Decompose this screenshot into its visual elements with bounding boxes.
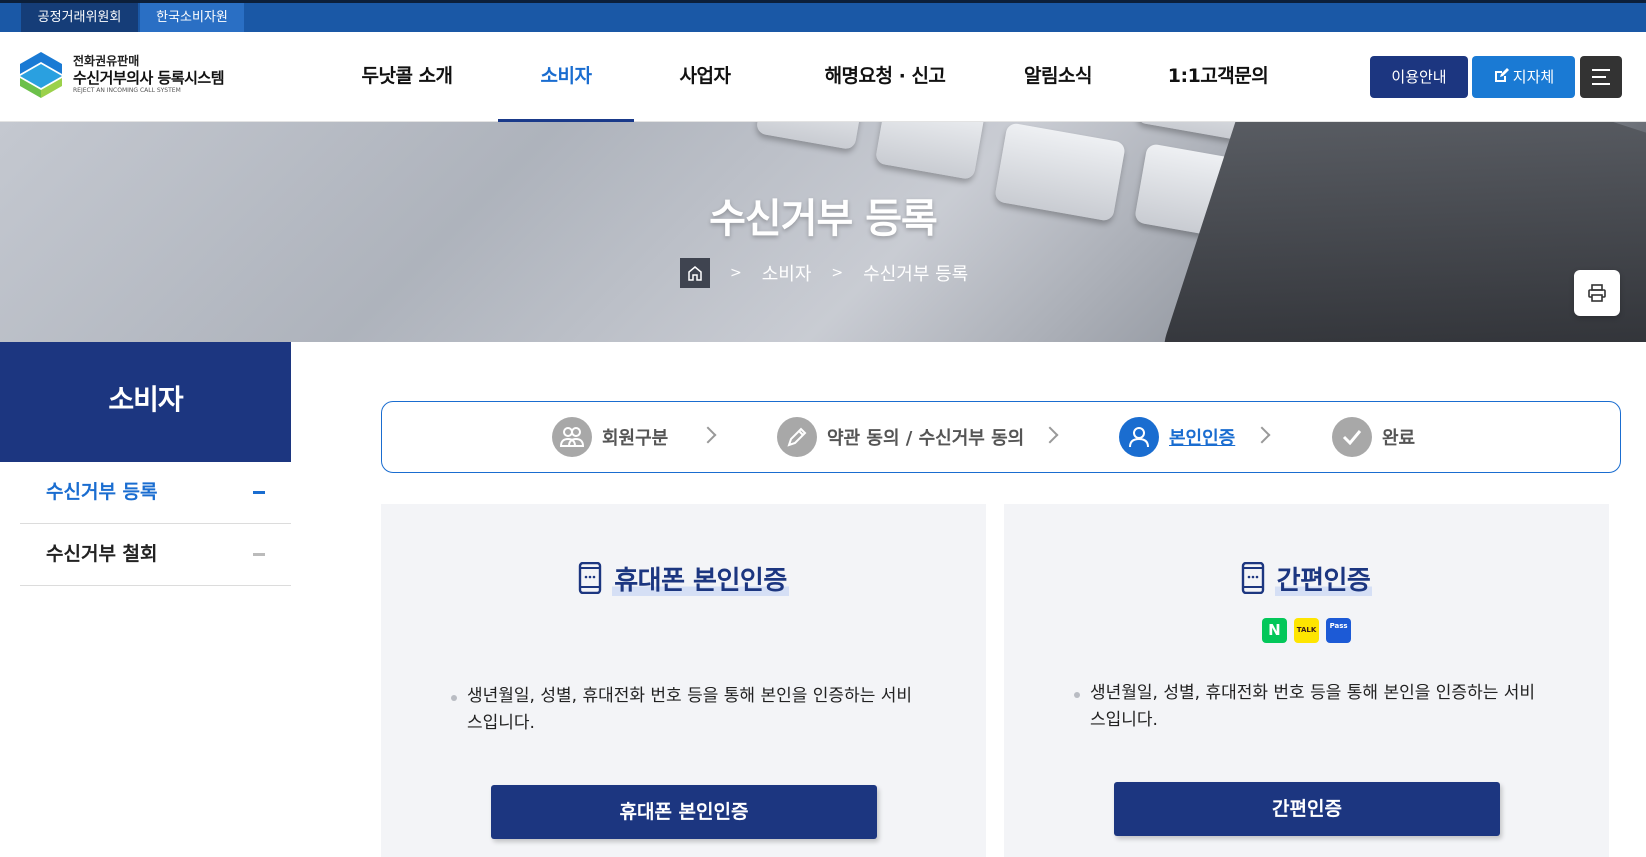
local-gov-label: 지자체 [1512, 68, 1555, 86]
sidebar-item-withdraw[interactable]: 수신거부 철회 [20, 524, 291, 586]
breadcrumb: > 소비자 > 수신거부 등록 [680, 258, 968, 288]
nav-business[interactable]: 사업자 [665, 32, 745, 122]
step-terms-agree: 약관 동의 / 수신거부 동의 [777, 417, 1024, 457]
card-title: 휴대폰 본인인증 [381, 560, 986, 597]
step-member-type: 회원구분 [552, 417, 668, 457]
chevron-right-icon [699, 426, 717, 444]
card-description: 생년월일, 성별, 휴대전화 번호 등을 통해 본인을 인증하는 서비스입니다. [451, 683, 921, 737]
site-logo[interactable]: 전화권유판매 수신거부의사 등록시스템 REJECT AN INCOMING C… [20, 50, 260, 100]
site-header: 전화권유판매 수신거부의사 등록시스템 REJECT AN INCOMING C… [0, 32, 1646, 122]
step-indicator: 회원구분 약관 동의 / 수신거부 동의 본인인증 완료 [381, 401, 1621, 473]
keyboard-key-image [874, 122, 986, 181]
chevron-right-icon [1041, 426, 1059, 444]
logo-title: 수신거부의사 등록시스템 [73, 69, 225, 87]
sidebar-item-label: 수신거부 철회 [46, 543, 158, 565]
naver-icon: N [1261, 618, 1287, 643]
mobile-phone-icon [1241, 562, 1264, 594]
sidebar-item-label: 수신거부 등록 [46, 481, 158, 503]
card-title-text: 휴대폰 본인인증 [612, 566, 789, 596]
card-title: 간편인증 [1004, 560, 1609, 597]
nav-donotcall-intro[interactable]: 두낫콜 소개 [352, 32, 462, 122]
guide-button[interactable]: 이용안내 [1370, 56, 1468, 98]
step-label: 약관 동의 / 수신거부 동의 [827, 428, 1025, 449]
pencil-icon [777, 417, 817, 457]
minus-icon [253, 553, 265, 556]
phone-verify-card: 휴대폰 본인인증 생년월일, 성별, 휴대전화 번호 등을 통해 본인을 인증하… [381, 504, 986, 857]
printer-icon [1588, 284, 1606, 302]
phone-verify-button[interactable]: 휴대폰 본인인증 [491, 785, 877, 839]
mobile-phone-icon [579, 562, 602, 594]
card-description: 생년월일, 성별, 휴대전화 번호 등을 통해 본인을 인증하는 서비스입니다. [1074, 680, 1544, 734]
auth-provider-badges: N TALK Pass [1004, 618, 1609, 643]
minus-icon [253, 491, 265, 494]
hero-banner: 수신거부 등록 > 소비자 > 수신거부 등록 [0, 122, 1646, 342]
step-label: 회원구분 [602, 428, 669, 449]
simple-verify-card: 간편인증 N TALK Pass 생년월일, 성별, 휴대전화 번호 등을 통해… [1004, 504, 1609, 857]
kakao-talk-icon: TALK [1294, 618, 1319, 643]
sidebar-item-register[interactable]: 수신거부 등록 [20, 462, 291, 524]
card-title-text: 간편인증 [1274, 566, 1373, 596]
hamburger-icon [1592, 69, 1610, 85]
print-button[interactable] [1574, 270, 1620, 316]
nav-consumer[interactable]: 소비자 [498, 32, 634, 122]
chevron-right-icon: > [730, 265, 742, 281]
top-utility-bar: 공정거래위원회 한국소비자원 [0, 0, 1646, 32]
edit-icon [1494, 68, 1509, 82]
logo-icon [20, 52, 62, 98]
ftc-link[interactable]: 공정거래위원회 [21, 3, 138, 32]
sidebar-title: 소비자 [0, 342, 291, 462]
kca-link[interactable]: 한국소비자원 [140, 3, 244, 32]
user-icon [1119, 417, 1159, 457]
keyboard-key-image [755, 122, 865, 151]
nav-inquiry[interactable]: 1:1고객문의 [1150, 32, 1286, 122]
check-icon [1332, 417, 1372, 457]
chevron-right-icon [1253, 426, 1271, 444]
local-gov-button[interactable]: 지자체 [1472, 56, 1575, 98]
step-complete: 완료 [1332, 417, 1415, 457]
home-icon[interactable] [680, 258, 710, 288]
users-icon [552, 417, 592, 457]
pass-icon: Pass [1326, 618, 1352, 643]
nav-news[interactable]: 알림소식 [1010, 32, 1106, 122]
page-title: 수신거부 등록 [709, 196, 938, 242]
breadcrumb-current[interactable]: 수신거부 등록 [863, 260, 968, 286]
breadcrumb-consumer[interactable]: 소비자 [762, 260, 812, 286]
logo-english: REJECT AN INCOMING CALL SYSTEM [73, 87, 181, 94]
chevron-right-icon: > [831, 265, 844, 281]
simple-verify-button[interactable]: 간편인증 [1114, 782, 1500, 836]
nav-explain-report[interactable]: 해명요청 · 신고 [810, 32, 960, 122]
all-menu-button[interactable] [1580, 56, 1622, 98]
step-identity-verify: 본인인증 [1119, 417, 1235, 457]
step-label: 본인인증 [1169, 428, 1236, 449]
step-label: 완료 [1382, 428, 1416, 449]
